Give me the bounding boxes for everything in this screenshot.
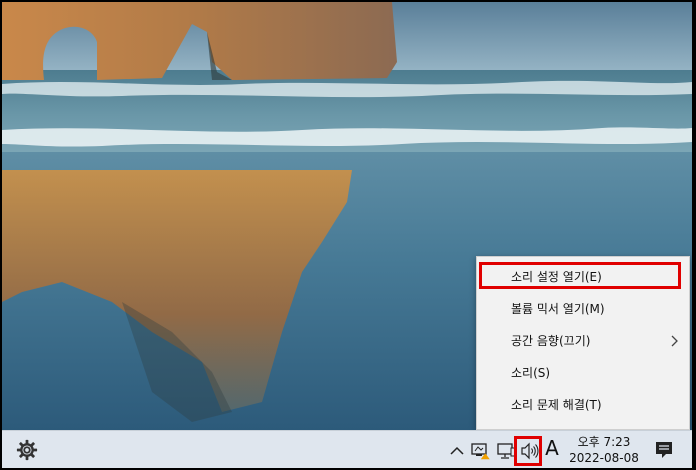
menu-item-label: 소리(S): [511, 366, 551, 380]
input-method-indicator[interactable]: A: [543, 436, 561, 460]
menu-item-label: 소리 설정 열기(E): [511, 270, 602, 284]
menu-item-label: 공간 음향(끄기): [511, 334, 591, 348]
display-icon[interactable]: [496, 442, 516, 460]
gear-icon[interactable]: [16, 439, 38, 461]
desktop: 소리 설정 열기(E) 볼륨 믹서 열기(M) 공간 음향(끄기) 소리(S) …: [2, 2, 692, 468]
menu-item-open-sound-settings[interactable]: 소리 설정 열기(E): [477, 261, 689, 293]
chevron-right-icon: [671, 325, 679, 357]
chevron-up-icon[interactable]: [449, 442, 465, 460]
network-warning-icon[interactable]: [471, 442, 491, 460]
taskbar: A 오후 7:23 2022-08-08: [2, 430, 692, 468]
menu-item-label: 소리 문제 해결(T): [511, 398, 602, 412]
volume-context-menu: 소리 설정 열기(E) 볼륨 믹서 열기(M) 공간 음향(끄기) 소리(S) …: [476, 256, 690, 430]
menu-item-label: 볼륨 믹서 열기(M): [511, 302, 605, 316]
clock-date: 2022-08-08: [569, 451, 639, 465]
clock-time: 오후 7:23: [577, 435, 631, 449]
speaker-icon[interactable]: [520, 442, 540, 460]
menu-item-spatial-sound[interactable]: 공간 음향(끄기): [477, 325, 689, 357]
notification-icon[interactable]: [654, 441, 674, 459]
menu-item-open-volume-mixer[interactable]: 볼륨 믹서 열기(M): [477, 293, 689, 325]
menu-item-troubleshoot-sound[interactable]: 소리 문제 해결(T): [477, 389, 689, 421]
menu-item-sounds[interactable]: 소리(S): [477, 357, 689, 389]
clock[interactable]: 오후 7:23 2022-08-08: [564, 434, 644, 466]
